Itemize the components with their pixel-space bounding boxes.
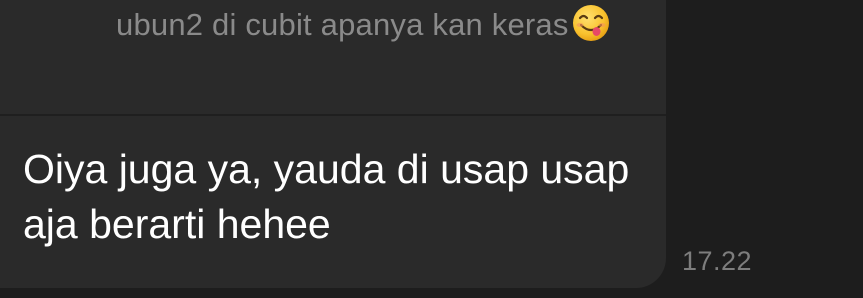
message-timestamp: 17.22 [682,246,753,276]
reply-divider [0,114,666,116]
reply-quote[interactable]: ubun2 di cubit apanya kan keras [116,3,636,47]
face-savoring-food-icon [571,3,611,43]
reply-quote-text: ubun2 di cubit apanya kan keras [116,7,569,42]
message-bubble[interactable]: ubun2 di cubit apanya kan keras Oiya jug… [0,0,666,288]
message-text[interactable]: Oiya juga ya, yauda di usap usap aja ber… [23,142,653,252]
chat-screen: ubun2 di cubit apanya kan keras Oiya jug… [0,0,863,298]
